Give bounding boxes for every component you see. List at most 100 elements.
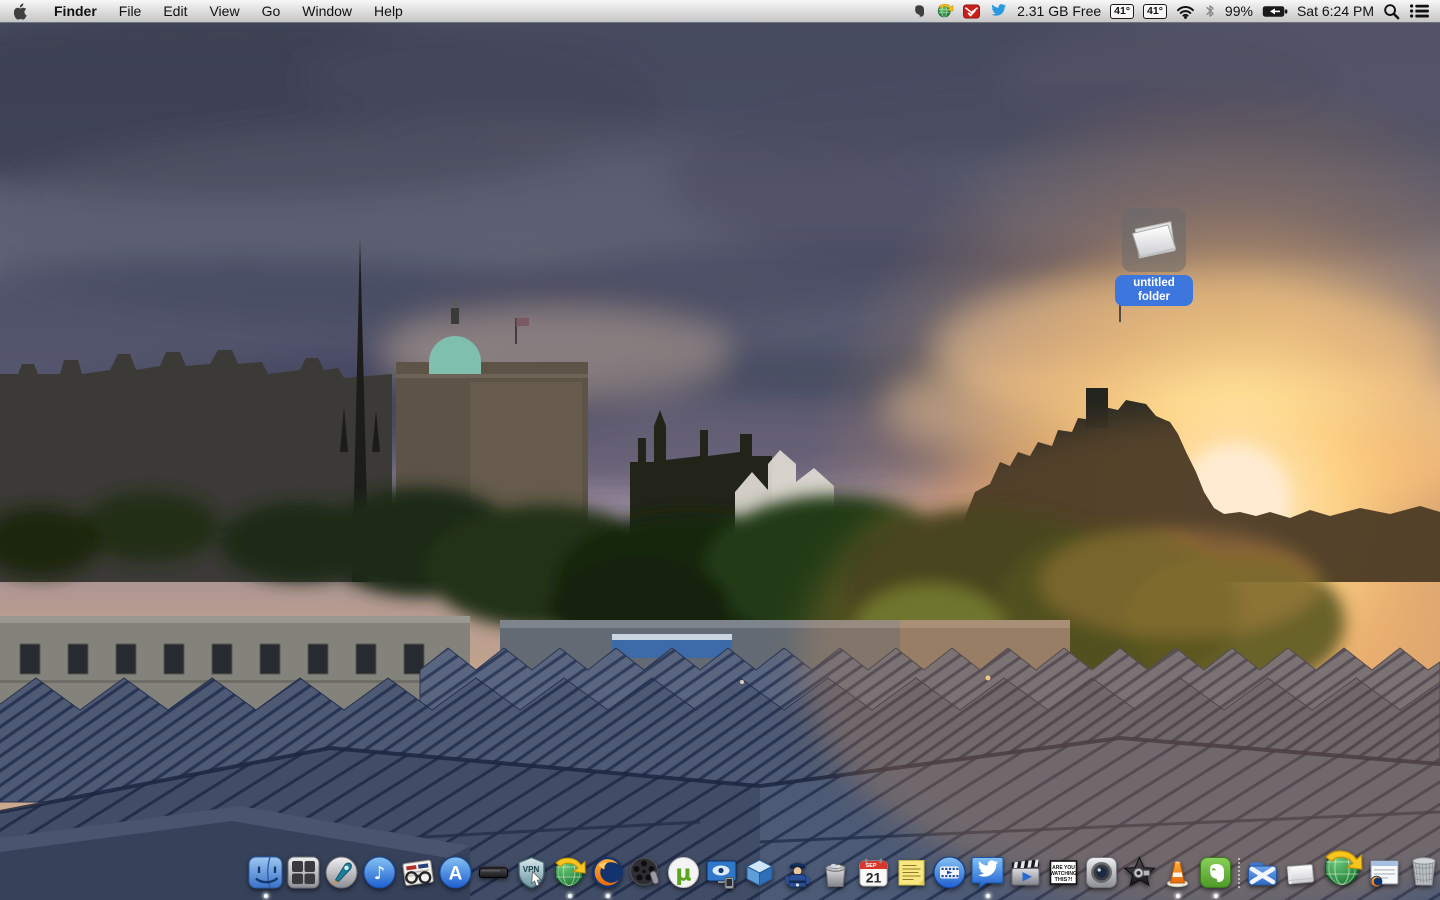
dock-item-video-player-app[interactable] <box>931 854 968 891</box>
dock-item-ical[interactable]: SEP 21 <box>855 854 892 891</box>
running-indicator <box>985 894 990 898</box>
webpage-stack-icon <box>1370 860 1399 888</box>
dock-item-air-video[interactable] <box>703 854 740 891</box>
dock-item-ps3-media-server[interactable] <box>475 854 512 891</box>
menu-view[interactable]: View <box>198 0 250 22</box>
news-reader-icon <box>402 859 434 886</box>
dock-item-utorrent[interactable]: µ <box>665 854 702 891</box>
desktop-icon-untitled-folder[interactable]: untitled folder <box>1114 208 1194 306</box>
twitter-icon <box>971 857 1004 890</box>
desktop-wallpaper[interactable] <box>0 22 1440 900</box>
video-player-icon <box>933 856 966 889</box>
twitter-menu-icon[interactable] <box>989 0 1008 22</box>
app-store-icon: A <box>439 856 472 889</box>
jdownloader-menu-icon[interactable] <box>936 0 954 22</box>
dock-item-police-app[interactable] <box>779 854 816 891</box>
bluetooth-icon[interactable] <box>1204 0 1216 22</box>
jdownloader-stack-icon <box>1324 850 1363 886</box>
dock-item-vlc[interactable] <box>1159 854 1196 898</box>
menu-file[interactable]: File <box>108 0 153 22</box>
evernote-icon <box>1200 857 1231 888</box>
dock-item-app-store[interactable]: A <box>437 854 474 891</box>
battery-percent[interactable]: 99% <box>1225 0 1253 22</box>
wifi-icon[interactable] <box>1176 0 1195 22</box>
menu-finder[interactable]: Finder <box>43 0 108 22</box>
trash-icon <box>1412 857 1436 886</box>
spotlight-icon[interactable] <box>1383 0 1400 22</box>
dock-item-evernote[interactable] <box>1197 854 1234 898</box>
desktop-icon-label[interactable]: untitled folder <box>1115 275 1193 306</box>
aywt-icon: ARE YOU WATCHING THIS?! <box>1049 860 1078 885</box>
dock-item-firefox[interactable] <box>589 854 626 898</box>
apple-icon <box>14 2 27 20</box>
dock-item-are-you-watching-this[interactable]: ARE YOU WATCHING THIS?! <box>1045 854 1082 891</box>
dock-item-scotland-folder[interactable] <box>1244 854 1281 891</box>
running-indicator <box>1213 894 1218 898</box>
dock-item-webpage-stack[interactable] <box>1366 854 1403 891</box>
police-figure-icon <box>785 862 810 888</box>
free-space-text[interactable]: 2.31 GB Free <box>1017 0 1101 22</box>
evernote-menu-icon[interactable] <box>911 0 927 22</box>
itunes-icon: ♪ <box>363 856 396 889</box>
dock-item-clapperboard-app[interactable] <box>1007 854 1044 891</box>
ical-icon: SEP 21 <box>859 858 888 887</box>
menu-bar-status: 2.31 GB Free 41° 41° 99% Sat 6:24 PM <box>911 0 1440 22</box>
svg-text:µ: µ <box>675 862 691 887</box>
dock: ♪ A VPN µ SEP 21 ARE YOU WATCHING THIS?! <box>247 846 1440 898</box>
ps3-console-icon <box>479 866 508 878</box>
svg-text:21: 21 <box>866 870 882 886</box>
white-folder-stack-icon <box>1286 864 1315 885</box>
dock-item-white-folder[interactable] <box>1282 854 1319 891</box>
dock-item-cooking-pot-app[interactable] <box>817 854 854 891</box>
dock-item-twitter[interactable] <box>969 854 1006 898</box>
camera-lens-icon <box>1086 857 1117 888</box>
running-indicator <box>1175 894 1180 898</box>
selection-highlight <box>1122 208 1186 272</box>
firefox-icon <box>592 857 623 888</box>
dock-item-rocket-app[interactable] <box>323 854 360 891</box>
stickies-icon <box>898 860 925 886</box>
dock-item-finder[interactable] <box>247 854 284 898</box>
vpn-shield-icon: VPN <box>518 856 545 889</box>
menu-help[interactable]: Help <box>363 0 414 22</box>
menu-go[interactable]: Go <box>251 0 292 22</box>
svg-text:ARE YOU: ARE YOU <box>1052 865 1075 871</box>
dock-item-jdownloader-stack[interactable] <box>1320 846 1365 891</box>
menu-window[interactable]: Window <box>291 0 363 22</box>
running-indicator <box>263 894 268 898</box>
svg-text:A: A <box>449 864 463 885</box>
dock-item-trash[interactable] <box>1404 851 1440 891</box>
temp-badge-left[interactable]: 41° <box>1110 3 1135 19</box>
white-folder-icon <box>1131 221 1177 259</box>
rocket-icon <box>325 856 358 889</box>
running-indicator <box>567 894 572 898</box>
dock-item-vpn-app[interactable]: VPN <box>513 854 550 891</box>
imovie-star-icon <box>1123 856 1156 887</box>
menu-bar-left: Finder File Edit View Go Window Help <box>0 0 414 22</box>
vlc-cone-icon <box>1167 861 1188 888</box>
dock-item-jdownloader[interactable] <box>551 854 588 898</box>
dock-item-window-grid-app[interactable] <box>285 854 322 891</box>
battery-icon[interactable] <box>1262 0 1288 22</box>
dock-item-itunes[interactable]: ♪ <box>361 854 398 891</box>
menu-edit[interactable]: Edit <box>152 0 198 22</box>
dock-item-stickies[interactable] <box>893 854 930 891</box>
air-video-icon <box>706 860 737 889</box>
dock-item-film-reel-recorder-app[interactable] <box>627 854 664 891</box>
istat-list-icon[interactable] <box>1409 0 1430 22</box>
finder-icon <box>248 856 283 889</box>
dock-separator <box>1235 855 1243 891</box>
temp-badge-right[interactable]: 41° <box>1143 3 1167 19</box>
dock-item-camera-lens-app[interactable] <box>1083 854 1120 891</box>
gmail-menu-icon[interactable] <box>963 0 981 22</box>
svg-text:♪: ♪ <box>374 863 386 884</box>
cooking-pot-icon <box>825 863 846 887</box>
window-grid-icon <box>287 856 320 889</box>
dock-item-news-reader[interactable] <box>399 854 436 891</box>
menu-clock[interactable]: Sat 6:24 PM <box>1297 0 1374 22</box>
dock-item-imovie[interactable] <box>1121 854 1158 891</box>
svg-text:VPN: VPN <box>523 865 540 874</box>
apple-menu[interactable] <box>0 0 40 22</box>
dock-item-virtualbox[interactable] <box>741 854 778 891</box>
clapperboard-icon <box>1011 859 1040 886</box>
